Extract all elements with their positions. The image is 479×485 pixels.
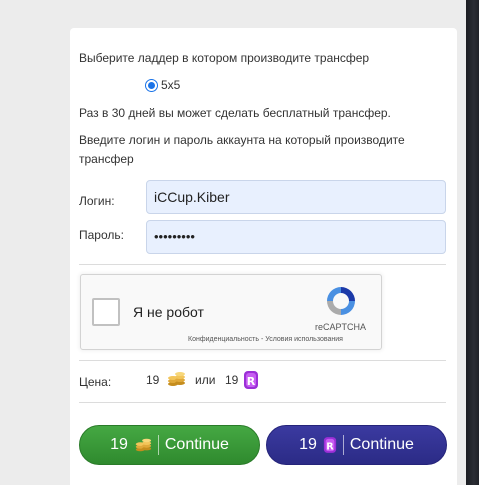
recaptcha-terms-link[interactable]: Условия использования	[265, 336, 343, 343]
transfer-panel	[70, 28, 457, 485]
recaptcha-privacy-link[interactable]: Конфиденциальность	[188, 336, 259, 343]
password-label: Пароль:	[79, 228, 124, 242]
gold-button-amount: 19	[110, 436, 128, 453]
button-separator	[157, 435, 159, 455]
recaptcha-brand: reCAPTCHA	[315, 322, 367, 332]
credentials-prompt-2: трансфер	[79, 152, 134, 166]
recaptcha-label: Я не робот	[133, 304, 204, 320]
recaptcha-widget: Я не робот reCAPTCHA Конфиденциальность …	[80, 274, 382, 350]
purple-crystal-icon: R	[244, 371, 258, 389]
login-label: Логин:	[79, 194, 115, 208]
ladder-prompt: Выберите ладдер в котором производите тр…	[79, 51, 370, 65]
recaptcha-checkbox[interactable]	[92, 298, 120, 326]
price-crystal-amount: 19	[225, 373, 239, 387]
credentials-prompt-1: Введите логин и пароль аккаунта на котор…	[79, 133, 405, 147]
button-separator	[342, 435, 344, 455]
free-transfer-note: Раз в 30 дней вы может сделать бесплатны…	[79, 106, 391, 120]
crystal-button-label: Continue	[349, 436, 414, 453]
ladder-option-label[interactable]: 5x5	[161, 76, 180, 94]
password-input[interactable]: •••••••••	[146, 220, 446, 254]
price-label: Цена:	[79, 375, 112, 389]
ladder-radio-5x5[interactable]	[145, 79, 158, 92]
divider	[79, 264, 446, 265]
continue-gold-button[interactable]: 19 Continue	[79, 425, 260, 465]
login-input[interactable]: iCCup.Kiber	[146, 180, 446, 214]
recaptcha-links: Конфиденциальность - Условия использован…	[188, 336, 343, 343]
recaptcha-logo-icon	[327, 287, 355, 315]
purple-crystal-icon: R	[323, 437, 336, 453]
svg-text:R: R	[247, 375, 256, 388]
price-or: или	[195, 373, 216, 387]
divider	[79, 360, 446, 361]
price-gold-amount: 19	[146, 373, 160, 387]
gold-coins-icon	[168, 372, 185, 386]
svg-text:R: R	[326, 441, 334, 452]
background-strip	[466, 0, 479, 485]
crystal-button-amount: 19	[299, 436, 317, 453]
gold-button-label: Continue	[164, 436, 229, 453]
divider	[79, 402, 446, 403]
gold-coins-icon	[135, 438, 151, 452]
continue-crystal-button[interactable]: 19 R Continue	[266, 425, 447, 465]
